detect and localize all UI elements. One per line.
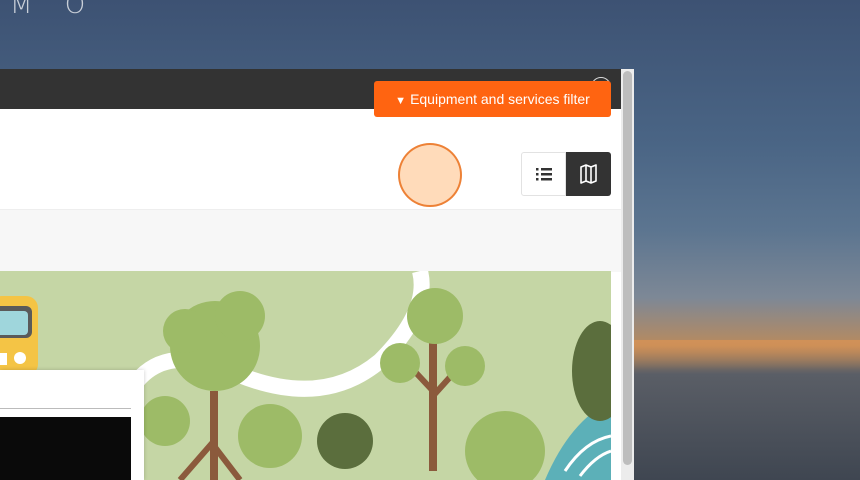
filter-button-label: Equipment and services filter <box>410 91 590 107</box>
map-view-button[interactable] <box>566 152 611 196</box>
bush-dark <box>317 413 373 469</box>
modal-window: × <box>0 69 621 480</box>
equipment-filter-button[interactable]: ▼ Equipment and services filter <box>374 81 611 117</box>
list-icon <box>536 168 552 181</box>
scrollbar-thumb[interactable] <box>623 71 632 465</box>
popup-image <box>0 417 131 480</box>
list-view-button[interactable] <box>521 152 566 196</box>
sunset-glow <box>632 340 860 370</box>
popup-divider <box>0 408 131 409</box>
click-indicator <box>398 143 462 207</box>
van-illustration <box>0 296 38 376</box>
background-watermark-text: M O <box>10 0 98 20</box>
view-toolbar <box>0 209 621 272</box>
map-popup-card[interactable] <box>0 370 144 480</box>
filter-caret-icon: ▼ <box>395 95 407 107</box>
map-icon <box>580 164 597 184</box>
